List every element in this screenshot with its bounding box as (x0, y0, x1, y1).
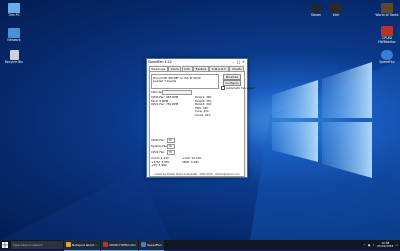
taskbar-app-label: SpeedFan (147, 242, 162, 247)
speed-field[interactable]: 70 (167, 143, 175, 149)
desktop-icon-label: Kick (332, 13, 340, 17)
desktop-icon-label: SpeedFan (379, 60, 395, 64)
status-bar: Coded by Alfredo Milani Comparetti - 200… (154, 173, 240, 176)
desktop-icon-kick[interactable]: Kick (324, 3, 348, 18)
checkbox-icon (221, 86, 226, 91)
system-tray: ^ ▣ ♪ 10:38 05/01/2018 ▭ (363, 240, 398, 250)
desktop-icon-speedfan[interactable]: SpeedFan (375, 50, 399, 65)
start-button[interactable] (0, 240, 10, 250)
speed-label: CPU0 Fan: (151, 138, 166, 142)
windows-start-icon (2, 242, 8, 248)
speed-label: System Fan: (151, 144, 169, 148)
hwmonitor-icon (103, 242, 109, 247)
fan-value: 781 RPM (166, 102, 179, 106)
log-box[interactable]: Found ITE IT8728F on ISA at $A30 Loaded … (151, 74, 219, 89)
close-window-icon[interactable]: × (241, 60, 246, 65)
notifications-icon[interactable]: ▭ (395, 243, 398, 247)
speedfan-icon (381, 50, 393, 60)
voltage-reading: +5V: 4.99V (151, 163, 167, 167)
temp-reading: Core1: 41C (195, 113, 211, 117)
temp-value: 41C (205, 112, 211, 117)
desktop-icon-network[interactable]: Network (2, 28, 26, 43)
window-title: SpeedFan 4.52 (148, 60, 172, 64)
voltage-reading: VBAT: 3.18V (182, 160, 199, 164)
voltage-label: VBAT: (182, 159, 190, 164)
speedfan-icon (141, 242, 147, 247)
desktop-icon-label: Steam (310, 13, 322, 17)
fan-reading: CPU1 Fan: 781 RPM (151, 102, 178, 106)
speed-field[interactable]: 70 (167, 149, 175, 155)
auto-speed-label: Automatic fan speed (225, 86, 256, 91)
desktop-icon-label: Recycle Bin (4, 60, 24, 64)
taskbar-clock[interactable]: 10:38 05/01/2018 (377, 241, 394, 249)
desktop-icon-this-pc[interactable]: This PC (2, 3, 26, 18)
taskbar: Type here to search Notepad about ... CP… (0, 239, 400, 251)
temp-label: Core1: (195, 112, 205, 117)
desktop-icon-label: CPUID HWMonitor (378, 36, 396, 44)
desktop-icon-recycle-bin[interactable]: Recycle Bin (2, 50, 26, 65)
desktop-icon-hwmonitor[interactable]: CPUID HWMonitor (375, 26, 399, 45)
speedfan-window: SpeedFan 4.52 – □ × Readings Clock Info … (146, 58, 255, 178)
taskbar-app-hwmonitor[interactable]: CPUID HWMonitor (101, 239, 139, 251)
taskbar-app-notepad[interactable]: Notepad about ... (64, 239, 101, 251)
voltage-label: +5V: (151, 163, 158, 167)
tray-chevron-icon[interactable]: ^ (363, 243, 365, 247)
clock-date: 05/01/2018 (377, 244, 394, 248)
world-of-tanks-icon (381, 3, 393, 13)
speed-label: CPU1 Fan: (151, 150, 166, 154)
kick-icon (330, 3, 342, 13)
volume-icon[interactable]: ♪ (372, 243, 374, 247)
window-titlebar[interactable]: SpeedFan 4.52 – □ × (147, 59, 247, 65)
voltage-value: 4.99V (158, 163, 167, 167)
recycle-bin-icon (9, 50, 19, 60)
taskbar-app-speedfan[interactable]: SpeedFan (139, 239, 164, 251)
log-line: Loaded 7 events (153, 79, 177, 83)
desktop-icon-label: World of Tanks (375, 13, 399, 17)
speed-field[interactable]: 70 (167, 137, 175, 143)
hwmonitor-icon (381, 26, 393, 36)
this-pc-icon (8, 3, 20, 13)
notepad-icon (66, 242, 71, 247)
desktop-icon-label: Network (7, 38, 21, 42)
readings-panel: Found ITE IT8728F on ISA at $A30 Loaded … (149, 71, 255, 177)
taskbar-search-input[interactable]: Type here to search (11, 241, 63, 249)
taskbar-app-label: CPUID HWMonitor (109, 242, 137, 247)
fan-label: CPU1 Fan: (151, 102, 166, 106)
steam-icon (310, 3, 322, 13)
network-icon (8, 28, 20, 38)
desktop-icon-label: This PC (8, 13, 20, 17)
network-tray-icon[interactable]: ▣ (368, 243, 371, 247)
taskbar-app-label: Notepad about ... (72, 242, 99, 247)
auto-speed-checkbox[interactable]: Automatic fan speed (221, 86, 256, 91)
desktop-icon-world-of-tanks[interactable]: World of Tanks (375, 3, 399, 18)
voltage-value: 3.18V (190, 159, 199, 164)
